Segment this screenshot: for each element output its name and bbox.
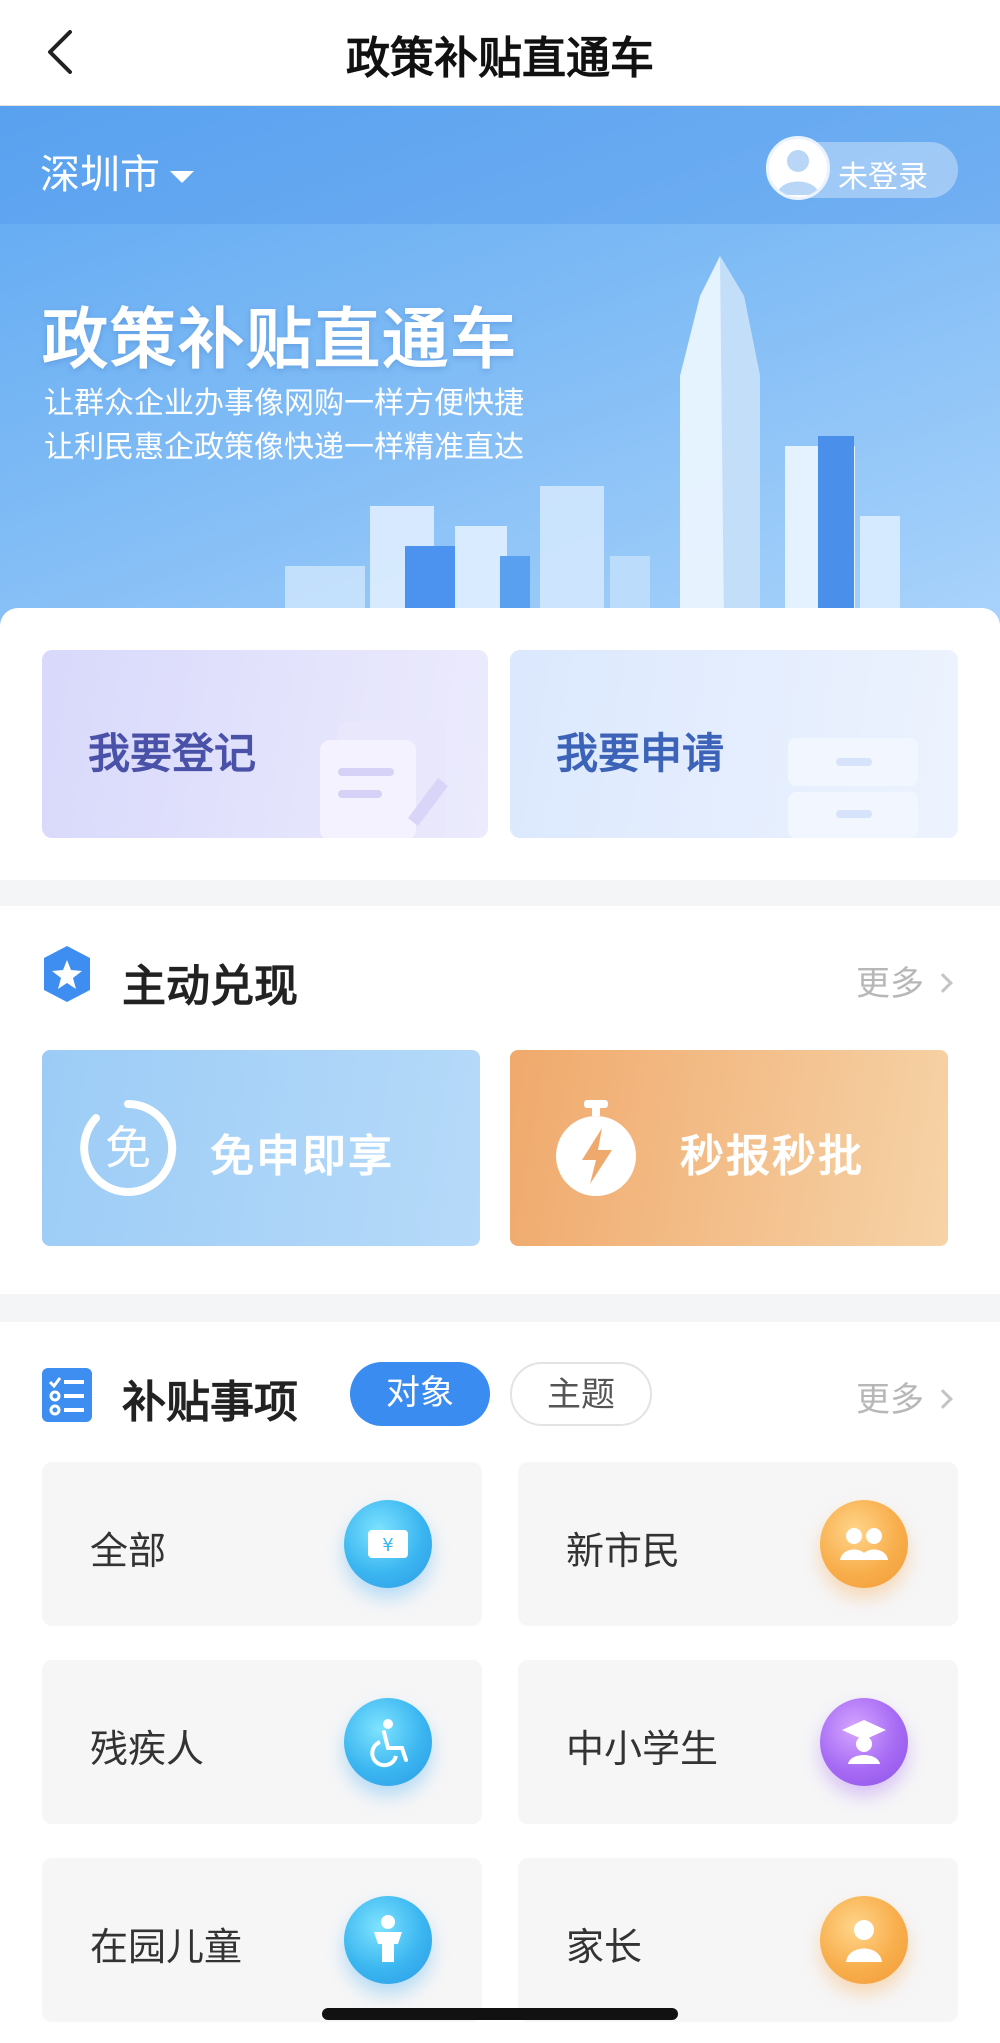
subsidy-item-label: 全部 — [90, 1529, 167, 1573]
subsidy-item-label: 新市民 — [566, 1529, 681, 1573]
hero-banner: 深圳市 未登录 政策补贴直通车 让群众企业办事像网购一样方便快捷 让利民惠企政策… — [0, 106, 1000, 626]
subsidy-item-label: 中小学生 — [566, 1727, 719, 1771]
svg-text:免: 免 — [105, 1121, 151, 1175]
city-label: 深圳市 — [40, 152, 160, 198]
subsidy-item-kindergarten[interactable]: 在园儿童 — [42, 1858, 482, 2022]
ticket-yuan-icon: ¥ — [344, 1500, 432, 1588]
subsidy-item-students[interactable]: 中小学生 — [518, 1660, 958, 1824]
login-status-label: 未登录 — [838, 160, 928, 195]
parent-icon — [820, 1896, 908, 1984]
free-badge-icon: 免 — [80, 1099, 177, 1196]
tab-object[interactable]: 对象 — [350, 1362, 490, 1426]
wheelchair-icon — [344, 1698, 432, 1786]
apply-button[interactable]: 我要申请 — [510, 650, 958, 838]
subsidy-item-label: 在园儿童 — [90, 1925, 243, 1969]
free-apply-card[interactable]: 免 免申即享 — [42, 1050, 480, 1246]
proactive-section: 主动兑现 更多 免 免申即享 秒报秒批 — [0, 906, 1000, 1294]
proactive-more-link[interactable]: 更多 — [856, 956, 953, 1005]
stopwatch-bolt-icon — [556, 1100, 636, 1196]
tab-theme[interactable]: 主题 — [510, 1362, 652, 1426]
subsidy-item-new-citizen[interactable]: 新市民 — [518, 1462, 958, 1626]
fast-approve-card[interactable]: 秒报秒批 — [510, 1050, 948, 1246]
login-button[interactable]: 未登录 — [766, 136, 958, 200]
register-button[interactable]: 我要登记 — [42, 650, 488, 838]
chevron-right-icon — [933, 972, 953, 993]
home-indicator[interactable] — [322, 2008, 678, 2020]
user-avatar-icon — [766, 136, 830, 200]
register-label: 我要登记 — [88, 729, 257, 778]
subsidy-item-parents[interactable]: 家长 — [518, 1858, 958, 2022]
subsidy-section: 补贴事项 对象 主题 更多 全部 ¥ 新市民 残疾人 中小学生 在园儿童 家长 — [0, 1322, 1000, 2043]
free-apply-label: 免申即享 — [210, 1131, 394, 1182]
more-label: 更多 — [856, 1380, 924, 1420]
cabinet-icon — [788, 738, 918, 838]
people-group-icon — [820, 1500, 908, 1588]
action-card: 我要登记 我要申请 — [0, 608, 1000, 880]
fast-approve-label: 秒报秒批 — [680, 1131, 864, 1182]
star-shield-icon — [42, 944, 92, 1004]
checklist-icon — [42, 1364, 92, 1424]
proactive-title: 主动兑现 — [122, 961, 298, 1012]
subsidy-more-link[interactable]: 更多 — [856, 1372, 953, 1421]
subsidy-item-all[interactable]: 全部 ¥ — [42, 1462, 482, 1626]
city-skyline-illustration — [285, 256, 900, 626]
caret-down-icon — [170, 171, 194, 183]
subsidy-item-label: 家长 — [566, 1925, 643, 1969]
subsidy-item-label: 残疾人 — [90, 1727, 205, 1771]
apply-label: 我要申请 — [556, 729, 725, 778]
svg-text:¥: ¥ — [382, 1535, 393, 1556]
subsidy-title: 补贴事项 — [122, 1377, 298, 1428]
page-title: 政策补贴直通车 — [346, 33, 654, 84]
notepad-pen-icon — [320, 722, 448, 838]
subsidy-item-disabled[interactable]: 残疾人 — [42, 1660, 482, 1824]
graduate-icon — [820, 1698, 908, 1786]
navigation-bar: 政策补贴直通车 — [0, 0, 1000, 106]
chevron-right-icon — [933, 1388, 953, 1409]
city-selector[interactable]: 深圳市 — [40, 142, 194, 200]
child-icon — [344, 1896, 432, 1984]
more-label: 更多 — [856, 964, 924, 1004]
